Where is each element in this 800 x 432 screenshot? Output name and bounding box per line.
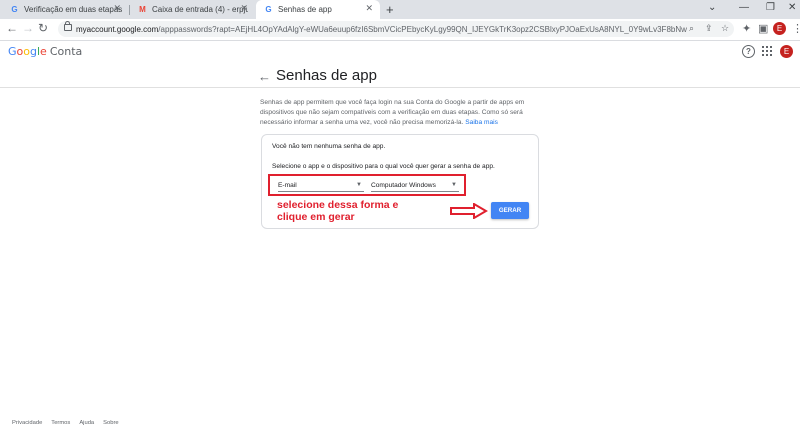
learn-more-link[interactable]: Saiba mais: [465, 119, 498, 126]
google-logo[interactable]: Google Conta: [8, 45, 82, 58]
close-tab-icon[interactable]: ✕: [365, 3, 373, 14]
forward-icon[interactable]: →: [22, 21, 34, 35]
lock-icon: [64, 21, 72, 31]
description: Senhas de app permitem que você faça log…: [260, 98, 540, 128]
tab-gmail[interactable]: M Caixa de entrada (4) - erpjunho2 ✕: [130, 0, 255, 19]
browser-toolbar: ← → ↻ myaccount.google.com/apppasswords?…: [0, 19, 800, 41]
tab-title: Caixa de entrada (4) - erpjunho2: [152, 5, 248, 14]
restore-icon[interactable]: ❐: [766, 2, 775, 13]
menu-icon[interactable]: ⋮: [792, 22, 800, 35]
footer-link-privacidade[interactable]: Privacidade: [12, 420, 42, 426]
gmail-icon: M: [139, 5, 146, 14]
close-tab-icon[interactable]: ✕: [240, 3, 248, 14]
footer-link-sobre[interactable]: Sobre: [103, 420, 118, 426]
page-header: [0, 40, 800, 88]
no-passwords-text: Você não tem nenhuma senha de app.: [272, 143, 386, 150]
tab-senhas-de-app[interactable]: G Senhas de app ✕: [256, 0, 380, 19]
generate-button[interactable]: GERAR: [491, 202, 529, 219]
share-icon[interactable]: ⇪: [705, 23, 713, 34]
url-domain: myaccount.google.com: [76, 24, 159, 34]
address-bar[interactable]: myaccount.google.com/apppasswords?rapt=A…: [58, 21, 734, 37]
close-tab-icon[interactable]: ✕: [113, 3, 121, 14]
url-path: /apppasswords?rapt=AEjHL4OpYAdAlgY-eWUa6…: [158, 24, 687, 34]
page-title: Senhas de app: [276, 67, 377, 84]
avatar[interactable]: E: [773, 22, 786, 35]
annotation-text: selecione dessa forma e clique em gerar: [277, 199, 417, 223]
tab-bar: G Verificação em duas etapas ✕ M Caixa d…: [0, 0, 800, 19]
footer-links: Privacidade Termos Ajuda Sobre: [12, 420, 119, 426]
new-tab-icon[interactable]: +: [386, 2, 394, 17]
back-arrow-icon[interactable]: ←: [258, 69, 271, 84]
product-name: Conta: [49, 45, 83, 58]
footer-link-ajuda[interactable]: Ajuda: [79, 420, 94, 426]
select-label: Selecione o app e o dispositivo para o q…: [272, 163, 495, 170]
tab-verificacao[interactable]: G Verificação em duas etapas ✕: [2, 0, 128, 19]
tab-search-icon[interactable]: ⌄: [708, 2, 716, 13]
google-g-icon: G: [265, 5, 272, 14]
extensions-icon[interactable]: ✦: [742, 22, 751, 35]
reload-icon[interactable]: ↻: [38, 21, 48, 35]
tab-title: Senhas de app: [278, 5, 332, 14]
help-icon[interactable]: ?: [742, 45, 755, 58]
account-avatar[interactable]: E: [780, 45, 793, 58]
close-window-icon[interactable]: ✕: [788, 2, 796, 13]
annotation-arrow-icon: [450, 203, 488, 219]
apps-grid-icon[interactable]: [762, 46, 772, 56]
minimize-icon[interactable]: —: [739, 2, 749, 13]
annotation-highlight-box: [268, 174, 466, 196]
google-g-icon: G: [11, 5, 18, 14]
search-icon[interactable]: ⌕: [689, 23, 694, 34]
tab-title: Verificação em duas etapas: [24, 5, 123, 14]
footer-link-termos[interactable]: Termos: [51, 420, 70, 426]
back-icon[interactable]: ←: [6, 21, 18, 35]
bookmark-star-icon[interactable]: ☆: [721, 23, 729, 34]
side-panel-icon[interactable]: ▣: [758, 22, 768, 35]
annotation-label: selecione dessa forma e clique em gerar: [277, 199, 399, 223]
